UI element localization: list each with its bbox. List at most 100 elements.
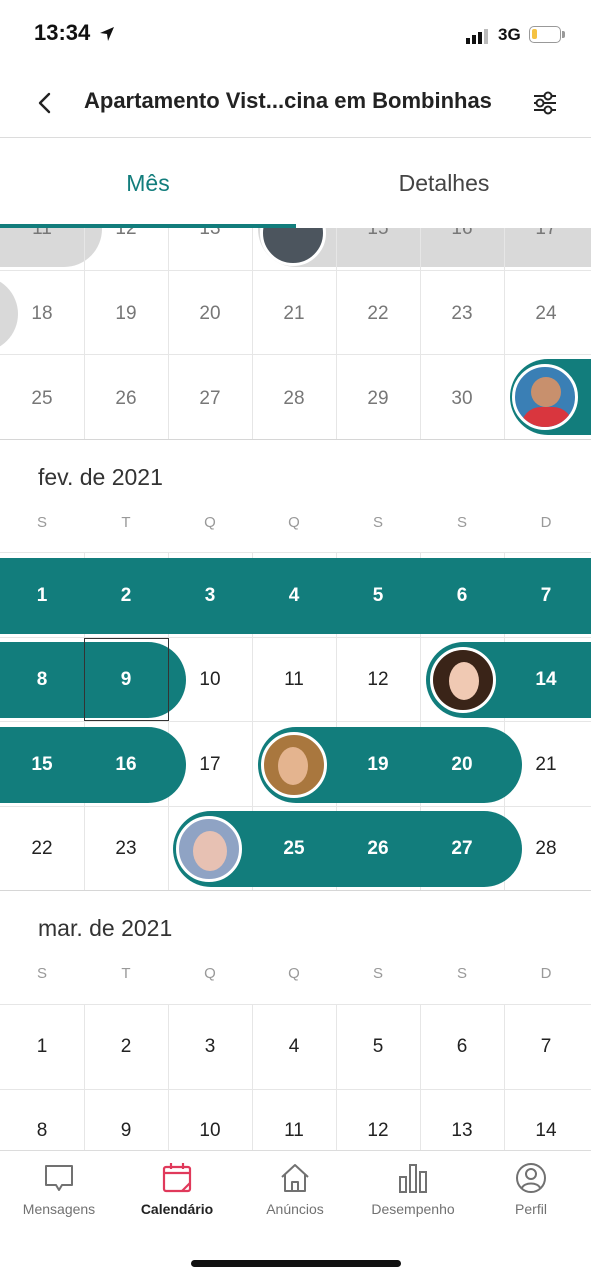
day-cell[interactable]: 17 [504,228,588,240]
day-cell[interactable]: 9 [84,669,168,691]
day-cell[interactable]: 12 [336,1120,420,1142]
weekday-label: Q [204,965,216,982]
day-cell[interactable]: 3 [168,585,252,607]
day-cell[interactable]: 22 [336,303,420,325]
back-chevron-icon[interactable] [30,88,60,118]
day-cell[interactable]: 20 [420,754,504,776]
profile-icon [516,1163,546,1193]
day-cell[interactable]: 25 [0,388,84,410]
day-cell[interactable]: 30 [420,388,504,410]
calendar-icon [162,1163,192,1193]
nav-perfil[interactable]: Perfil [472,1161,590,1217]
guest-avatar[interactable] [512,364,578,430]
day-cell[interactable]: 18 [0,303,84,325]
signal-icon [466,29,488,44]
battery-cap [562,31,565,38]
day-cell[interactable]: 21 [504,754,588,776]
day-cell[interactable]: 2 [84,1036,168,1058]
network-type: 3G [498,25,521,44]
day-cell[interactable]: 13 [420,1120,504,1142]
home-indicator [191,1260,401,1267]
bar-chart-icon [399,1164,427,1193]
weekday-label: T [121,514,131,531]
day-cell[interactable]: 5 [336,1036,420,1058]
header-divider [0,137,591,138]
guest-avatar[interactable] [261,732,327,798]
guest-avatar[interactable] [430,647,496,713]
weekday-label: S [456,514,467,531]
weekday-label: D [540,514,552,531]
day-cell[interactable]: 6 [420,585,504,607]
day-cell[interactable]: 4 [252,585,336,607]
tab-detalhes[interactable]: Detalhes [296,170,591,197]
weekday-label: Q [288,514,300,531]
weekday-label: S [36,965,47,982]
day-cell[interactable]: 15 [0,754,84,776]
day-cell[interactable]: 5 [336,585,420,607]
day-cell[interactable]: 13 [168,228,252,240]
day-cell[interactable]: 21 [252,303,336,325]
day-cell[interactable]: 10 [168,669,252,691]
day-cell[interactable]: 1 [0,585,84,607]
location-arrow-icon [100,27,114,41]
day-cell[interactable]: 27 [168,388,252,410]
day-cell[interactable]: 26 [336,838,420,860]
weekday-label: S [456,965,467,982]
nav-mensagens[interactable]: Mensagens [0,1161,118,1217]
day-cell[interactable]: 11 [0,228,84,240]
day-cell[interactable]: 28 [504,838,588,860]
day-cell[interactable]: 12 [336,669,420,691]
day-cell[interactable]: 1 [0,1036,84,1058]
day-cell[interactable]: 14 [504,1120,588,1142]
tab-mes[interactable]: Mês [0,170,296,197]
day-cell[interactable]: 7 [504,1036,588,1058]
day-cell[interactable]: 6 [420,1036,504,1058]
nav-anuncios[interactable]: Anúncios [236,1161,354,1217]
weekday-label: T [121,965,131,982]
weekday-label: S [36,514,47,531]
weekday-label: Q [204,514,216,531]
day-cell[interactable]: 28 [252,388,336,410]
day-cell[interactable]: 24 [504,303,588,325]
day-cell[interactable]: 11 [252,1120,336,1142]
day-cell[interactable]: 16 [420,228,504,240]
weekday-label: S [372,965,383,982]
nav-desempenho[interactable]: Desempenho [354,1161,472,1217]
day-cell[interactable]: 14 [504,669,588,691]
nav-calendario[interactable]: Calendário [118,1161,236,1217]
message-icon [45,1165,73,1191]
day-cell[interactable]: 7 [504,585,588,607]
day-cell[interactable]: 19 [336,754,420,776]
nav-label: Calendário [140,1201,214,1217]
guest-avatar[interactable] [176,816,242,882]
day-cell[interactable]: 8 [0,669,84,691]
day-cell[interactable]: 16 [84,754,168,776]
day-cell[interactable]: 9 [84,1120,168,1142]
day-cell[interactable]: 23 [84,838,168,860]
day-cell[interactable]: 25 [252,838,336,860]
weekday-label: Q [288,965,300,982]
day-cell[interactable]: 26 [84,388,168,410]
day-cell[interactable]: 15 [336,228,420,240]
day-cell[interactable]: 2 [84,585,168,607]
day-cell[interactable]: 23 [420,303,504,325]
day-cell[interactable]: 4 [252,1036,336,1058]
month-title: mar. de 2021 [38,915,173,941]
nav-label: Perfil [515,1201,547,1217]
day-cell[interactable]: 20 [168,303,252,325]
day-cell[interactable]: 8 [0,1120,84,1142]
day-cell[interactable]: 22 [0,838,84,860]
day-cell[interactable]: 3 [168,1036,252,1058]
day-cell[interactable]: 27 [420,838,504,860]
day-cell[interactable]: 17 [168,754,252,776]
nav-label: Anúncios [266,1201,324,1217]
day-cell[interactable]: 11 [252,669,336,691]
day-cell[interactable]: 29 [336,388,420,410]
filter-settings-icon[interactable] [530,88,560,118]
battery-icon [529,26,561,43]
calendar-scroll[interactable]: 11 12 13 15 16 17 18 19 20 21 22 23 24 2… [0,228,591,1150]
weekday-label: D [540,965,552,982]
day-cell[interactable]: 10 [168,1120,252,1142]
day-cell[interactable]: 19 [84,303,168,325]
day-cell[interactable]: 12 [84,228,168,240]
